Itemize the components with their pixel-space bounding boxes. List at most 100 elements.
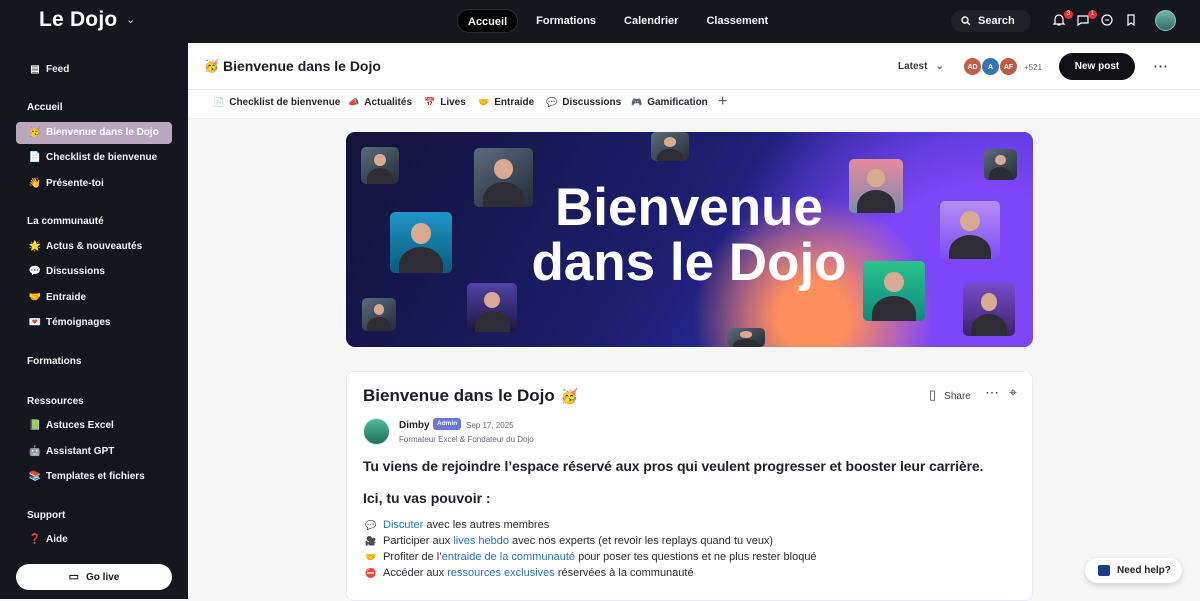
author-name[interactable]: Dimby [399,420,430,431]
entraide-link[interactable]: entraide de la communauté [442,551,575,563]
sidebar-item-feed[interactable]: ▤ Feed [16,59,172,81]
tab-gamification[interactable]: 🎮 Gamification [631,97,708,108]
sidebar-item-discussions[interactable]: 💬 Discussions [16,261,172,283]
feature-list: 💬 Discuter avec les autres membres 🎥 Parti… [365,517,817,581]
more-options-icon[interactable]: ⋯ [1153,57,1168,75]
sidebar-item-label: Témoignages [46,317,111,328]
speech-icon: 💬 [546,97,558,107]
sidebar-section-accueil: Accueil [27,102,63,113]
post-actions: ⋯ ⌖ [985,384,1017,401]
pin-icon[interactable]: ⌖ [1009,384,1017,400]
sidebar-item-aide[interactable]: ❓ Aide [16,529,172,551]
tab-label: Lives [440,97,466,108]
space-tabs: 📄 Checklist de bienvenue 📣 Actualités 📅 Liv… [188,90,1200,119]
welcome-banner: Bienvenue dans le Dojo [346,132,1033,347]
brand-name[interactable]: Le Dojo [39,8,117,32]
sidebar-item-label: Entraide [46,292,87,303]
discuter-link[interactable]: Discuter [383,519,423,531]
love-letter-icon: 💌 [28,317,42,328]
handshake-icon: 🤝 [28,292,42,303]
party-icon: 🥳 [560,388,579,404]
sidebar-item-bienvenue[interactable]: 🥳 Bienvenue dans le Dojo [16,122,172,144]
question-icon: ❓ [28,534,42,545]
sort-value: Latest [898,61,928,72]
calendar-icon: 📅 [424,97,436,107]
main-content: 🥳 Bienvenue dans le Dojo Latest ⌄ AD A AF… [188,43,1200,601]
ressources-link[interactable]: ressources exclusives [447,567,555,579]
new-post-button[interactable]: New post [1059,53,1135,80]
nav-calendrier[interactable]: Calendrier [614,9,688,33]
page-header: 🥳 Bienvenue dans le Dojo Latest ⌄ AD A AF… [188,43,1200,90]
tab-discussions[interactable]: 💬 Discussions [546,97,621,108]
member-avatar: AF [999,57,1018,76]
user-avatar[interactable] [1155,10,1176,31]
main-nav: Accueil Formations Calendrier Classement [457,9,778,33]
bookmark-icon[interactable] [1124,13,1140,29]
tab-checklist[interactable]: 📄 Checklist de bienvenue [213,97,340,108]
member-avatar: AD [963,57,982,76]
sidebar-item-label: Checklist de bienvenue [46,152,158,163]
member-photo [940,201,1000,259]
notifications-icon[interactable]: 3 [1052,10,1073,29]
notifications-badge: 3 [1064,10,1073,19]
sidebar-item-checklist[interactable]: 📄 Checklist de bienvenue [16,147,172,169]
sidebar-item-actus[interactable]: 🌟 Actus & nouveautés [16,236,172,258]
post-title: Bienvenue dans le Dojo 🥳 [363,386,578,406]
sidebar-item-assistant-gpt[interactable]: 🤖 Assistant GPT [16,441,172,463]
tab-lives[interactable]: 📅 Lives [424,97,466,108]
handshake-icon: 🤝 [478,97,490,107]
post-card: Bienvenue dans le Dojo 🥳 ▯ Share ⋯ ⌖ Dimby … [346,371,1033,601]
sidebar-section-communaute: La communauté [27,216,104,227]
member-photo [727,328,765,347]
sidebar-item-entraide[interactable]: 🤝 Entraide [16,287,172,309]
share-button[interactable]: ▯ Share [929,387,971,403]
nav-classement[interactable]: Classement [696,9,778,33]
chat-icon [1098,565,1110,576]
go-live-button[interactable]: ▭ Go live [16,564,172,590]
nav-accueil[interactable]: Accueil [457,9,519,33]
game-controller-icon: 🎮 [631,97,643,107]
tab-label: Entraide [494,97,535,108]
member-photo [361,147,399,184]
sidebar-item-temoignages[interactable]: 💌 Témoignages [16,312,172,334]
sidebar-item-label: Templates et fichiers [46,471,145,482]
search-button[interactable]: Search [951,10,1031,32]
sidebar-item-label: Feed [46,64,70,75]
author-avatar[interactable] [363,418,390,445]
banner-title: Bienvenue dans le Dojo [531,178,847,292]
member-photo [362,298,396,331]
tab-label: Discussions [562,97,622,108]
help-button[interactable]: Need help? [1085,558,1182,583]
books-icon: 📚 [28,471,42,482]
tab-actualites[interactable]: 📣 Actualités [348,97,412,108]
more-options-icon[interactable]: ⋯ [985,384,999,400]
chevron-down-icon: ⌄ [935,61,944,72]
lives-hebdo-link[interactable]: lives hebdo [453,535,509,547]
sidebar-section-ressources: Ressources [27,396,84,407]
star-icon: 🌟 [28,241,42,252]
member-avatar-stack[interactable]: AD A AF [963,57,1018,76]
bookmark-icon: ▯ [929,387,937,402]
chat-icon[interactable] [1100,13,1116,29]
member-photo [984,149,1017,180]
sidebar-item-presente-toi[interactable]: 👋 Présente-toi [16,173,172,195]
tab-label: Gamification [647,97,708,108]
sort-dropdown[interactable]: Latest ⌄ [898,61,944,72]
handshake-icon: 🤝 [365,552,377,562]
brand-menu-chevron-icon[interactable]: ⌄ [126,13,135,26]
speech-icon: 💬 [28,266,42,277]
add-tab-icon[interactable]: + [718,93,727,111]
member-photo [467,283,517,332]
tab-entraide[interactable]: 🤝 Entraide [478,97,534,108]
sidebar-section-formations[interactable]: Formations [27,356,81,367]
tab-label: Checklist de bienvenue [229,97,341,108]
nav-formations[interactable]: Formations [526,9,606,33]
post-title-text: Bienvenue dans le Dojo [363,386,555,405]
sidebar-item-astuces-excel[interactable]: 📗 Astuces Excel [16,415,172,437]
member-photo [963,283,1015,336]
member-avatar: A [981,57,1000,76]
messages-icon[interactable]: 1 [1076,10,1097,29]
robot-icon: 🤖 [28,446,42,457]
sidebar-item-templates[interactable]: 📚 Templates et fichiers [16,466,172,488]
sidebar-item-label: Aide [46,534,68,545]
